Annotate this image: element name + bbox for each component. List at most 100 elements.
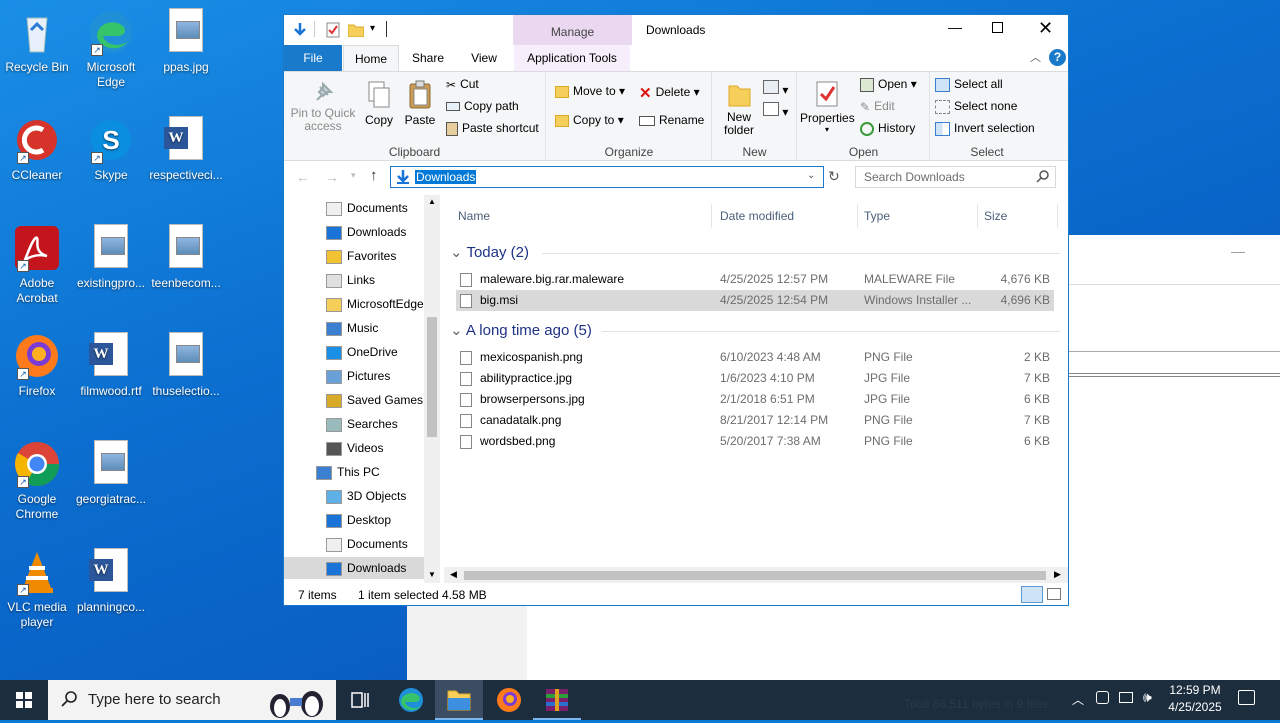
file-row[interactable]: mexicospanish.png 6/10/2023 4:48 AM PNG Fi… [456, 347, 1054, 368]
horizontal-scrollbar-thumb[interactable] [464, 571, 1046, 580]
minimize-icon[interactable]: — [1231, 243, 1245, 259]
nav-item-favorites[interactable]: Favorites [326, 245, 396, 267]
paste-button[interactable]: Paste [404, 80, 436, 127]
file-row[interactable]: wordsbed.png 5/20/2017 7:38 AM PNG File 6 K… [456, 431, 1054, 452]
nav-item-desktop[interactable]: Desktop [326, 509, 391, 531]
horizontal-scrollbar[interactable]: ◀ ▶ [444, 567, 1068, 583]
desktop-icon-ccleaner[interactable]: ↗ CCleaner [0, 116, 74, 183]
navigation-scrollbar[interactable]: ▲ ▼ [424, 195, 440, 583]
desktop-icon-thuselectio[interactable]: thuselectio... [149, 332, 223, 399]
desktop-icon-edge[interactable]: ↗ Microsoft Edge [74, 8, 148, 90]
address-bar[interactable]: Downloads ⌄ [390, 166, 824, 188]
open-button[interactable]: Open ▾ [860, 77, 917, 92]
desktop-icon-acrobat[interactable]: ↗ Adobe Acrobat [0, 224, 74, 306]
minimize-button[interactable]: — [948, 19, 962, 35]
cut-button[interactable]: ✂ Cut [446, 77, 479, 92]
scrollbar-thumb[interactable] [427, 317, 437, 437]
copy-button[interactable]: Copy [364, 80, 394, 127]
recent-locations-icon[interactable]: ▾ [351, 170, 356, 181]
search-input[interactable]: Search Downloads [864, 170, 965, 184]
desktop-icon-respectiveci[interactable]: W respectiveci... [149, 116, 223, 183]
nav-item-links[interactable]: Links [326, 269, 375, 291]
column-header-name[interactable]: Name [452, 204, 712, 228]
address-text[interactable]: Downloads [415, 170, 477, 184]
taskbar-winrar[interactable] [533, 680, 581, 720]
help-icon[interactable]: ? [1049, 49, 1066, 66]
clock[interactable]: 12:59 PM 4/25/2025 [1162, 682, 1228, 716]
column-header-date[interactable]: Date modified [714, 204, 858, 228]
scroll-down-icon[interactable]: ▼ [428, 570, 436, 579]
volume-icon[interactable]: 🕪 [1143, 689, 1152, 706]
collapse-group-icon[interactable]: ⌄ [450, 322, 466, 339]
taskbar-edge[interactable] [387, 680, 435, 720]
desktop-icon-firefox[interactable]: ↗ Firefox [0, 332, 74, 399]
tab-file[interactable]: File [284, 45, 342, 71]
quick-access-down-arrow-icon[interactable] [292, 22, 308, 41]
search-box[interactable]: Search Downloads [855, 166, 1056, 188]
properties-check-icon[interactable] [326, 22, 340, 41]
collapse-group-icon[interactable]: ⌄ [450, 244, 466, 261]
select-none-button[interactable]: Select none [935, 99, 1017, 114]
desktop-icon-vlc[interactable]: ↗ VLC media player [0, 548, 74, 630]
address-dropdown-icon[interactable]: ⌄ [807, 170, 815, 181]
nav-item-this-pc[interactable]: This PC [316, 461, 380, 483]
nav-item-microsoftedge[interactable]: MicrosoftEdge [326, 293, 424, 315]
tab-view[interactable]: View [460, 45, 508, 71]
move-to-button[interactable]: Move to ▾ [555, 84, 625, 98]
show-hidden-icons-icon[interactable]: ︿ [1072, 691, 1084, 708]
desktop-icon-skype[interactable]: S ↗ Skype [74, 116, 148, 183]
copy-to-button[interactable]: Copy to ▾ [555, 113, 624, 127]
large-icons-view-icon[interactable] [1047, 588, 1061, 600]
nav-item-downloads[interactable]: Downloads [326, 221, 406, 243]
file-row[interactable]: browserpersons.jpg 2/1/2018 6:51 PM JPG Fi… [456, 389, 1054, 410]
nav-item-saved-games[interactable]: Saved Games [326, 389, 423, 411]
new-item-button[interactable]: ▾ [763, 80, 788, 97]
taskbar-firefox[interactable] [485, 680, 533, 720]
close-button[interactable]: ✕ [1038, 18, 1053, 39]
delete-button[interactable]: ✕ Delete ▾ [639, 84, 700, 102]
back-arrow-icon[interactable]: ← [296, 169, 310, 185]
tab-share[interactable]: Share [404, 45, 452, 71]
details-view-icon[interactable] [1021, 586, 1043, 603]
column-header-size[interactable]: Size [978, 204, 1058, 228]
copy-path-button[interactable]: Copy path [446, 99, 519, 113]
column-header-type[interactable]: Type [858, 204, 978, 228]
select-all-button[interactable]: Select all [935, 77, 1003, 92]
desktop-icon-recycle-bin[interactable]: Recycle Bin [0, 8, 74, 75]
nav-item-pictures[interactable]: Pictures [326, 365, 390, 387]
file-row[interactable]: abilitypractice.jpg 1/6/2023 4:10 PM JPG F… [456, 368, 1054, 389]
maximize-button[interactable] [992, 22, 1003, 33]
nav-item-documents-pc[interactable]: Documents [326, 533, 408, 555]
taskbar-file-explorer[interactable] [435, 680, 483, 720]
desktop-icon-planningco[interactable]: W planningco... [74, 548, 148, 615]
edit-button[interactable]: ✎ Edit [860, 99, 895, 114]
scroll-right-icon[interactable]: ▶ [1054, 569, 1061, 580]
desktop-icon-teenbecom[interactable]: teenbecom... [149, 224, 223, 291]
desktop-icon-existingpro[interactable]: existingpro... [74, 224, 148, 291]
properties-button[interactable]: Properties ▾ [800, 80, 855, 134]
easy-access-button[interactable]: ▾ [763, 102, 788, 119]
nav-item-downloads-pc[interactable]: Downloads [284, 557, 424, 579]
task-view-button[interactable] [336, 680, 384, 720]
rename-button[interactable]: Rename [639, 113, 704, 127]
start-button[interactable] [0, 680, 48, 720]
new-folder-icon[interactable] [347, 23, 365, 40]
collapse-ribbon-icon[interactable]: ︿ [1030, 49, 1041, 65]
customize-toolbar-icon[interactable]: ▾ [370, 23, 375, 34]
nav-item-documents[interactable]: Documents [326, 197, 408, 219]
tab-home[interactable]: Home [343, 45, 399, 71]
pin-quick-access-button[interactable]: Pin to Quick access [290, 80, 356, 133]
tab-application-tools[interactable]: Application Tools [514, 45, 630, 71]
group-header[interactable]: ⌄ Today (2) [450, 243, 529, 261]
scroll-left-icon[interactable]: ◀ [450, 569, 457, 580]
scroll-up-icon[interactable]: ▲ [428, 197, 436, 206]
taskbar-search-input[interactable]: Type here to search [88, 691, 221, 708]
nav-item-onedrive[interactable]: OneDrive [326, 341, 398, 363]
network-icon[interactable] [1119, 692, 1133, 703]
desktop-icon-filmwood[interactable]: W filmwood.rtf [74, 332, 148, 399]
nav-item-music[interactable]: Music [326, 317, 378, 339]
history-button[interactable]: History [860, 121, 915, 136]
desktop-icon-chrome[interactable]: ↗ Google Chrome [0, 440, 74, 522]
paste-shortcut-button[interactable]: Paste shortcut [446, 121, 539, 136]
desktop-icon-ppas[interactable]: ppas.jpg [149, 8, 223, 75]
